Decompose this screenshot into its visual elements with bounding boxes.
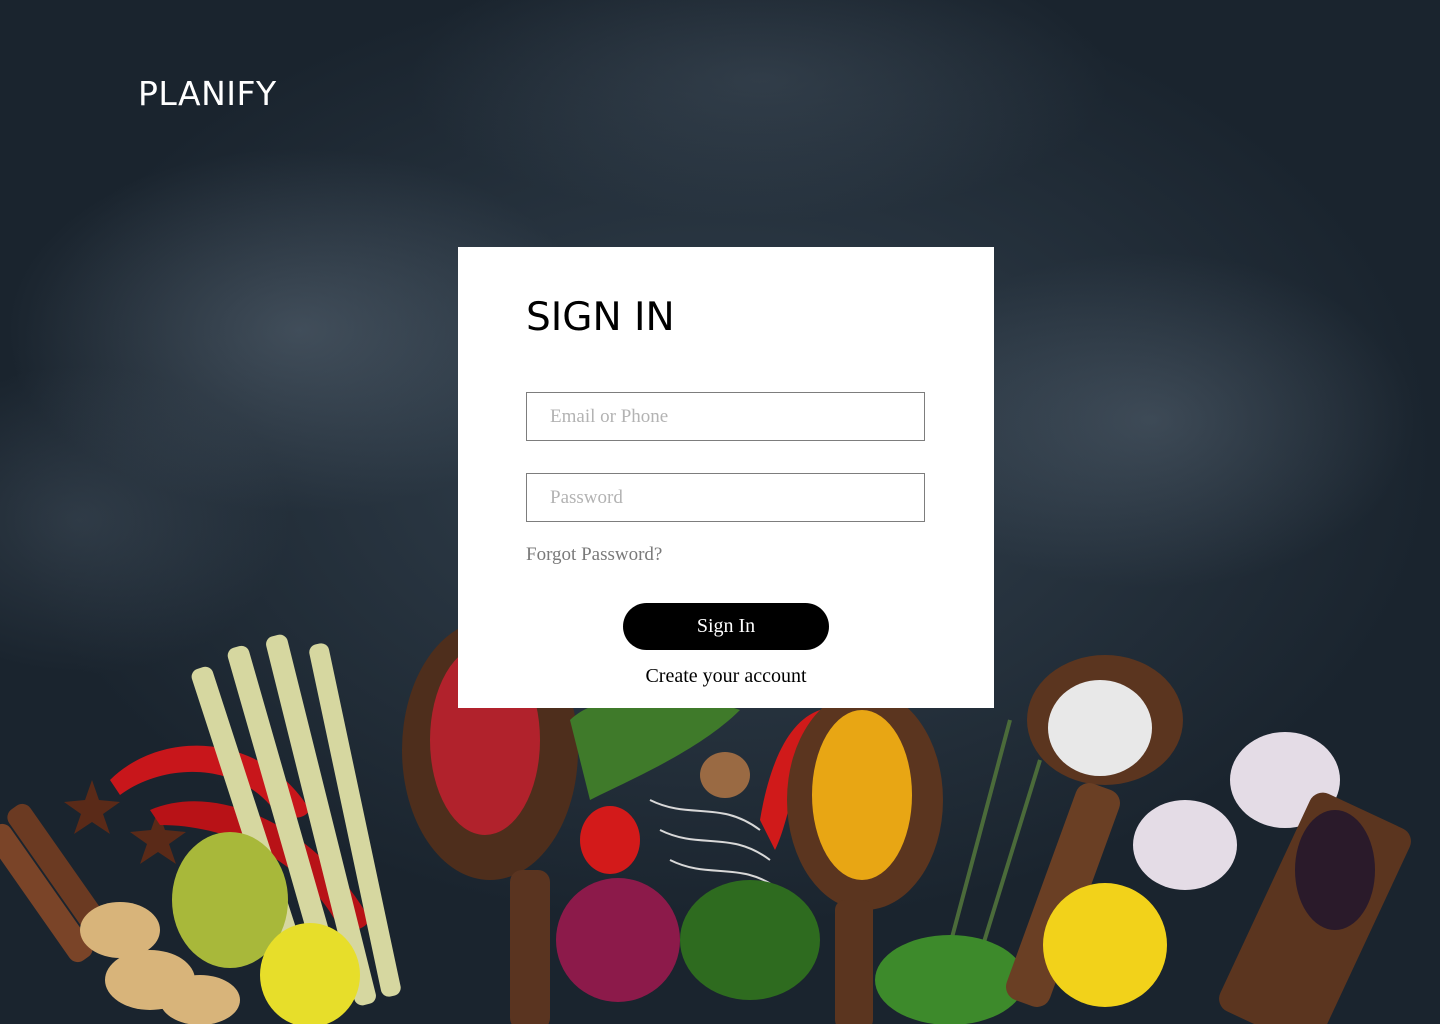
red-pepper — [580, 806, 640, 874]
lemon — [1043, 883, 1167, 1007]
brand-logo[interactable]: PLANIFY — [138, 74, 277, 114]
email-field[interactable] — [526, 392, 925, 441]
nutmeg — [700, 752, 750, 798]
red-onion — [556, 878, 680, 1002]
forgot-password-link[interactable]: Forgot Password? — [526, 543, 662, 567]
create-account-link[interactable]: Create your account — [458, 663, 994, 689]
password-field[interactable] — [526, 473, 925, 522]
parsley — [680, 880, 820, 1000]
signin-button[interactable]: Sign In — [623, 603, 829, 650]
wooden-scoop-spices — [1219, 792, 1411, 1024]
dried-herbs — [649, 799, 781, 891]
signin-title: SIGN IN — [526, 295, 675, 340]
small-lemon — [260, 923, 360, 1024]
basil — [875, 935, 1025, 1024]
signin-card: SIGN IN Forgot Password? Sign In Create … — [458, 247, 994, 708]
